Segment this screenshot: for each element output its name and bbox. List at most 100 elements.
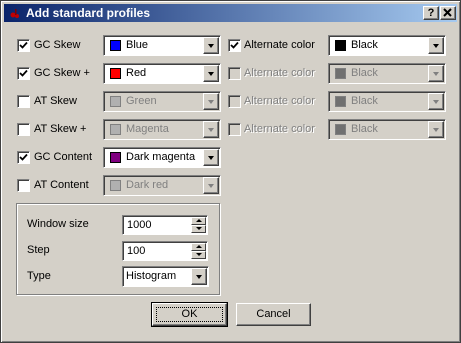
at-skew-plus-label: AT Skew + (34, 123, 87, 135)
cancel-button[interactable]: Cancel (236, 303, 311, 326)
color-swatch (335, 124, 346, 135)
color-name: Black (351, 67, 378, 79)
add-standard-profiles-dialog: Add standard profiles ? GC Skew Blue Alter… (0, 0, 461, 343)
dropdown-arrow[interactable] (203, 93, 219, 110)
gc-skew-plus-alternate-color-dropdown[interactable]: Black (328, 63, 446, 84)
dropdown-arrow[interactable] (428, 37, 444, 54)
dropdown-arrow[interactable] (203, 121, 219, 138)
gc-skew-label: GC Skew (34, 39, 81, 51)
gc-skew-plus-alternate-color-label: Alternate color (244, 67, 315, 79)
at-content-label: AT Content (34, 179, 89, 191)
dropdown-arrow[interactable] (203, 177, 219, 194)
color-name: Red (126, 67, 147, 79)
color-swatch (335, 96, 346, 107)
checkmark-icon (230, 41, 239, 49)
close-button[interactable] (440, 6, 456, 20)
title-bar[interactable]: Add standard profiles ? (4, 4, 457, 22)
gc-skew-alternate-color-dropdown[interactable]: Black (328, 35, 446, 56)
gc-content-color-dropdown[interactable]: Dark magenta (103, 147, 221, 168)
gc-content-checkbox[interactable] (17, 151, 30, 164)
type-label: Type (27, 270, 51, 282)
chevron-down-icon (208, 156, 214, 160)
at-skew-alternate-color-checkbox[interactable] (228, 95, 241, 108)
dialog-title: Add standard profiles (26, 6, 151, 20)
down-arrow-icon (196, 253, 202, 256)
chevron-down-icon (196, 275, 202, 279)
app-icon (10, 9, 19, 18)
dropdown-arrow[interactable] (428, 65, 444, 82)
at-content-checkbox[interactable] (17, 179, 30, 192)
gc-skew-checkbox[interactable] (17, 39, 30, 52)
gc-skew-plus-label: GC Skew + (34, 67, 90, 79)
gc-skew-color-dropdown[interactable]: Blue (103, 35, 221, 56)
type-dropdown[interactable]: Histogram (122, 266, 209, 287)
step-increment-button[interactable] (191, 243, 206, 251)
gc-skew-alternate-color-label: Alternate color (244, 39, 315, 51)
at-skew-label: AT Skew (34, 95, 77, 107)
color-name: Dark red (126, 179, 169, 191)
type-dropdown-arrow[interactable] (191, 268, 207, 285)
window-size-increment-button[interactable] (191, 217, 206, 225)
gc-skew-plus-color-dropdown[interactable]: Red (103, 63, 221, 84)
focus-rect (156, 307, 223, 322)
chevron-down-icon (433, 72, 439, 76)
at-skew-plus-color-dropdown[interactable]: Magenta (103, 119, 221, 140)
at-skew-plus-alternate-color-dropdown[interactable]: Black (328, 119, 446, 140)
type-value: Histogram (126, 270, 177, 282)
up-arrow-icon (196, 219, 202, 222)
window-size-spinbox[interactable]: 1000 (122, 215, 208, 235)
color-name: Black (351, 123, 378, 135)
gc-skew-alternate-color-checkbox[interactable] (228, 39, 241, 52)
color-name: Green (126, 95, 157, 107)
color-swatch (110, 96, 121, 107)
window-size-decrement-button[interactable] (191, 225, 206, 233)
color-swatch (335, 68, 346, 79)
color-name: Dark magenta (126, 151, 196, 163)
color-swatch (110, 124, 121, 135)
chevron-down-icon (208, 72, 214, 76)
at-skew-plus-alternate-color-label: Alternate color (244, 123, 315, 135)
ok-button[interactable]: OK (151, 302, 228, 327)
color-swatch (110, 152, 121, 163)
up-arrow-icon (196, 245, 202, 248)
chevron-down-icon (433, 128, 439, 132)
checkmark-icon (19, 153, 28, 161)
gc-content-label: GC Content (34, 151, 93, 163)
step-spinbox[interactable]: 100 (122, 241, 208, 261)
at-content-color-dropdown[interactable]: Dark red (103, 175, 221, 196)
dropdown-arrow[interactable] (203, 65, 219, 82)
at-skew-checkbox[interactable] (17, 95, 30, 108)
color-swatch (335, 40, 346, 51)
checkmark-icon (19, 41, 28, 49)
checkmark-icon (19, 69, 28, 77)
chevron-down-icon (433, 100, 439, 104)
at-skew-alternate-color-label: Alternate color (244, 95, 315, 107)
step-value: 100 (127, 245, 146, 257)
chevron-down-icon (208, 100, 214, 104)
at-skew-alternate-color-dropdown[interactable]: Black (328, 91, 446, 112)
color-name: Blue (126, 39, 149, 51)
at-skew-plus-alternate-color-checkbox[interactable] (228, 123, 241, 136)
color-swatch (110, 68, 121, 79)
gc-skew-plus-alternate-color-checkbox[interactable] (228, 67, 241, 80)
cancel-button-label: Cancel (256, 308, 291, 320)
down-arrow-icon (196, 227, 202, 230)
color-swatch (110, 40, 121, 51)
chevron-down-icon (208, 128, 214, 132)
window-size-value: 1000 (127, 219, 152, 231)
gc-skew-plus-checkbox[interactable] (17, 67, 30, 80)
dropdown-arrow[interactable] (203, 37, 219, 54)
help-button[interactable]: ? (423, 6, 439, 20)
window-size-label: Window size (27, 218, 89, 230)
at-skew-plus-checkbox[interactable] (17, 123, 30, 136)
settings-group: Window size 1000 Step 100 Type Histogram (16, 203, 220, 295)
color-name: Black (351, 39, 378, 51)
dropdown-arrow[interactable] (428, 93, 444, 110)
close-icon (443, 8, 452, 17)
color-name: Black (351, 95, 378, 107)
step-decrement-button[interactable] (191, 251, 206, 259)
chevron-down-icon (433, 44, 439, 48)
dropdown-arrow[interactable] (203, 149, 219, 166)
dropdown-arrow[interactable] (428, 121, 444, 138)
at-skew-color-dropdown[interactable]: Green (103, 91, 221, 112)
